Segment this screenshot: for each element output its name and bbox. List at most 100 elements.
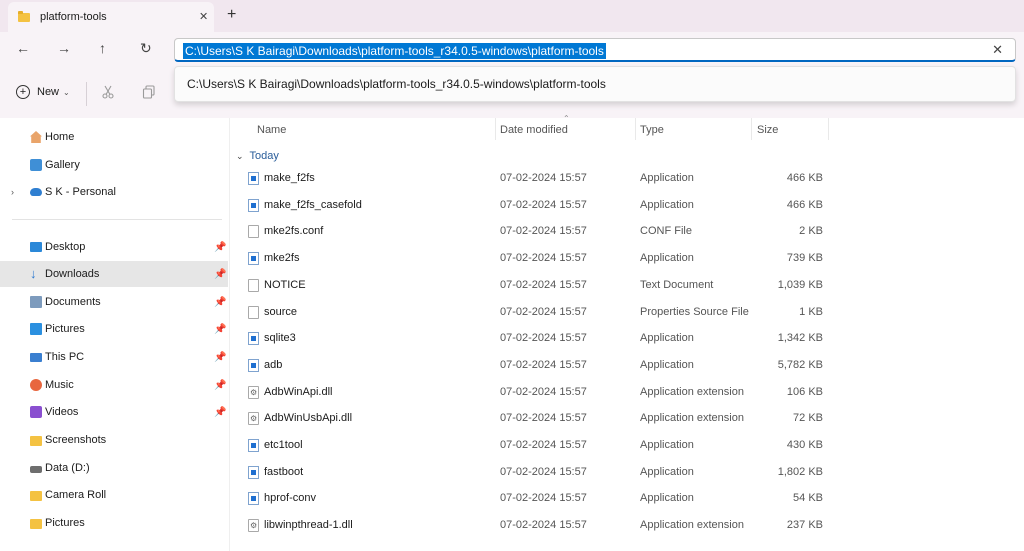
new-button[interactable]: + New ⌄ <box>16 85 70 99</box>
app-icon <box>248 252 259 266</box>
videos-icon <box>30 406 42 418</box>
sidebar-item-label: Camera Roll <box>45 489 107 501</box>
gallery-icon <box>30 159 42 171</box>
documents-icon <box>30 296 42 308</box>
tab-platform-tools[interactable]: platform-tools ✕ <box>8 2 214 32</box>
file-row[interactable]: AdbWinApi.dll 07-02-2024 15:57 Application… <box>230 380 1024 406</box>
sidebar-item-screenshots[interactable]: Screenshots <box>0 427 228 453</box>
column-divider[interactable] <box>751 118 752 140</box>
file-row[interactable]: libwinpthread-1.dll 07-02-2024 15:57 Appli… <box>230 513 1024 539</box>
pictures-icon <box>30 323 42 335</box>
file-date-modified: 07-02-2024 15:57 <box>500 492 587 505</box>
sidebar-item-label: Music <box>45 379 74 391</box>
home-icon <box>30 131 42 143</box>
file-row[interactable]: adb 07-02-2024 15:57 Application 5,782 KB <box>230 353 1024 379</box>
sidebar-item-home[interactable]: Home <box>0 124 228 150</box>
forward-button[interactable]: → <box>57 40 71 56</box>
new-tab-button[interactable]: + <box>227 6 236 24</box>
file-date-modified: 07-02-2024 15:57 <box>500 332 587 345</box>
copy-icon[interactable] <box>142 85 156 101</box>
sidebar-item-gallery[interactable]: Gallery <box>0 152 228 178</box>
address-input[interactable]: C:\Users\S K Bairagi\Downloads\platform-… <box>183 43 606 59</box>
address-bar[interactable]: C:\Users\S K Bairagi\Downloads\platform-… <box>174 38 1016 62</box>
file-row[interactable]: etc1tool 07-02-2024 15:57 Application 430 K… <box>230 433 1024 459</box>
file-date-modified: 07-02-2024 15:57 <box>500 252 587 265</box>
music-icon <box>30 379 42 391</box>
sidebar-item-label: Desktop <box>45 241 86 253</box>
file-date-modified: 07-02-2024 15:57 <box>500 385 587 398</box>
file-row[interactable]: make_f2fs_casefold 07-02-2024 15:57 Applic… <box>230 193 1024 219</box>
file-date-modified: 07-02-2024 15:57 <box>500 465 587 478</box>
navigation-pane: Home Gallery › S K - Personal Desktop 📌 … <box>0 118 230 551</box>
column-header-date[interactable]: Date modified <box>500 124 568 136</box>
sidebar-item-documents[interactable]: Documents 📌 <box>0 289 228 315</box>
file-date-modified: 07-02-2024 15:57 <box>500 439 587 451</box>
file-size: 54 KB <box>793 492 823 505</box>
file-date-modified: 07-02-2024 15:57 <box>500 358 587 371</box>
sidebar-item-videos[interactable]: Videos 📌 <box>0 399 228 425</box>
column-header-name[interactable]: Name <box>257 124 286 136</box>
sidebar-item-onedrive[interactable]: › S K - Personal <box>0 179 228 205</box>
pin-icon: 📌 <box>214 379 227 391</box>
file-row[interactable]: NOTICE 07-02-2024 15:57 Text Document 1,039… <box>230 273 1024 299</box>
sidebar-item-this-pc[interactable]: This PC 📌 <box>0 344 228 370</box>
sidebar-item-camera-roll[interactable]: Camera Roll <box>0 482 228 508</box>
back-button[interactable]: ← <box>16 40 30 56</box>
file-type: Properties Source File <box>640 305 749 318</box>
pin-icon: 📌 <box>214 351 227 363</box>
file-size: 466 KB <box>786 172 823 184</box>
column-divider[interactable] <box>635 118 636 140</box>
file-row[interactable]: source 07-02-2024 15:57 Properties Source … <box>230 300 1024 326</box>
column-header-size[interactable]: Size <box>757 124 778 136</box>
column-header-type[interactable]: Type <box>640 124 664 136</box>
file-row[interactable]: sqlite3 07-02-2024 15:57 Application 1,342 … <box>230 326 1024 352</box>
file-row[interactable]: mke2fs 07-02-2024 15:57 Application 739 KB <box>230 246 1024 272</box>
file-list: ⌃ Name Date modified Type Size ⌄ Today m… <box>230 114 1024 551</box>
sidebar-item-music[interactable]: Music 📌 <box>0 372 228 398</box>
sidebar-item-desktop[interactable]: Desktop 📌 <box>0 234 228 260</box>
file-row[interactable]: fastboot 07-02-2024 15:57 Application 1,802… <box>230 460 1024 486</box>
dll-icon <box>248 519 259 533</box>
file-name: etc1tool <box>264 439 303 451</box>
file-row[interactable]: mke2fs.conf 07-02-2024 15:57 CONF File 2 KB <box>230 219 1024 245</box>
app-icon <box>248 198 259 212</box>
group-header-today[interactable]: ⌄ Today <box>236 150 279 162</box>
file-row[interactable]: make_f2fs 07-02-2024 15:57 Application 466 … <box>230 166 1024 192</box>
column-divider[interactable] <box>495 118 496 140</box>
file-size: 1,039 KB <box>777 278 823 291</box>
sidebar-item-downloads[interactable]: ↓ Downloads 📌 <box>0 261 228 287</box>
up-button[interactable]: ↑ <box>99 40 106 56</box>
clear-address-button[interactable]: ✕ <box>992 42 1003 58</box>
file-type: Application <box>640 492 694 505</box>
text-file-icon <box>248 278 259 292</box>
app-icon <box>248 332 259 346</box>
address-suggestion-item[interactable]: C:\Users\S K Bairagi\Downloads\platform-… <box>187 77 606 91</box>
file-name: make_f2fs <box>264 172 315 184</box>
sidebar-item-pictures[interactable]: Pictures 📌 <box>0 316 228 342</box>
sidebar-item-label: Videos <box>45 406 79 418</box>
pin-icon: 📌 <box>214 406 227 418</box>
expand-chevron-icon[interactable]: › <box>11 187 14 197</box>
pc-icon <box>30 352 42 362</box>
file-size: 106 KB <box>786 385 823 398</box>
cut-icon[interactable] <box>101 85 115 101</box>
file-size: 466 KB <box>786 198 823 211</box>
file-date-modified: 07-02-2024 15:57 <box>500 278 587 291</box>
file-size: 5,782 KB <box>777 358 823 371</box>
sidebar-item-pictures-folder[interactable]: Pictures <box>0 510 228 536</box>
close-tab-button[interactable]: ✕ <box>199 10 208 24</box>
pin-icon: 📌 <box>214 296 227 308</box>
pin-icon: 📌 <box>214 323 227 335</box>
file-name: mke2fs <box>264 252 300 265</box>
file-row[interactable]: hprof-conv 07-02-2024 15:57 Application 54 … <box>230 486 1024 512</box>
navigation-bar: ← → ↑ ↻ C:\Users\S K Bairagi\Downloads\p… <box>0 32 1024 68</box>
file-size: 739 KB <box>786 252 823 265</box>
file-name: AdbWinUsbApi.dll <box>264 412 353 425</box>
file-row[interactable]: AdbWinUsbApi.dll 07-02-2024 15:57 Applicat… <box>230 406 1024 432</box>
refresh-button[interactable]: ↻ <box>140 40 152 56</box>
app-icon <box>248 439 259 452</box>
sidebar-item-data-drive[interactable]: Data (D:) <box>0 455 228 481</box>
file-type: Application <box>640 465 694 478</box>
file-size: 430 KB <box>786 439 823 451</box>
column-divider[interactable] <box>828 118 829 140</box>
